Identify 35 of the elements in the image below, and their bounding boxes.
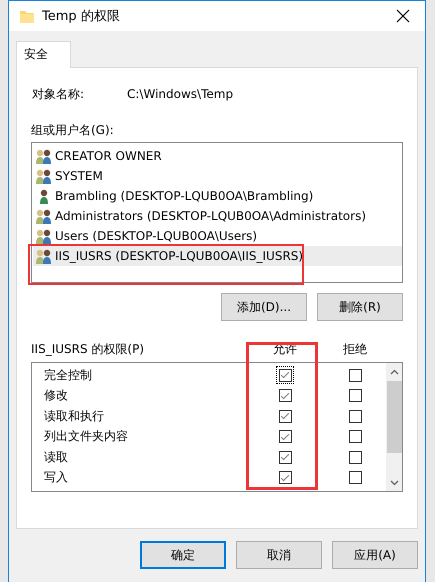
permission-name: 完全控制 bbox=[43, 366, 92, 384]
scrollbar[interactable] bbox=[386, 363, 402, 491]
permission-name: 读取 bbox=[43, 448, 68, 466]
list-label: 组或用户名(G): bbox=[31, 122, 115, 138]
user-list-item[interactable]: Users (DESKTOP-LQUB0OA\Users) bbox=[33, 226, 402, 246]
permission-name: 列出文件夹内容 bbox=[43, 428, 128, 446]
object-path: C:\Windows\Temp bbox=[127, 87, 234, 101]
list-action-button[interactable]: 添加(D)... bbox=[221, 293, 307, 321]
user-group-icon bbox=[36, 148, 52, 164]
allow-checkbox[interactable] bbox=[275, 365, 295, 386]
user-group-icon bbox=[36, 248, 52, 264]
user-list-item[interactable]: Administrators (DESKTOP-LQUB0OA\Administrators) bbox=[33, 206, 402, 226]
user-list-item[interactable]: Brambling (DESKTOP-LQUB0OA\Brambling) bbox=[33, 186, 402, 206]
user-list-item[interactable]: SYSTEM bbox=[33, 166, 402, 186]
folder-icon bbox=[19, 8, 35, 24]
field-label: 对象名称: bbox=[31, 86, 86, 102]
user-group-icon bbox=[36, 208, 52, 224]
user-group-icon bbox=[36, 228, 52, 244]
dialog-button[interactable]: 应用(A) bbox=[332, 541, 418, 569]
close-icon bbox=[396, 9, 410, 23]
list-action-button[interactable]: 删除(R) bbox=[317, 293, 403, 321]
user-group-icon bbox=[36, 168, 52, 184]
dialog-button[interactable]: 确定 bbox=[140, 541, 226, 569]
dialog-button[interactable]: 取消 bbox=[236, 541, 322, 569]
column-header: 拒绝 bbox=[342, 341, 368, 358]
tab[interactable]: 安全 bbox=[16, 41, 71, 68]
user-list-item[interactable]: CREATOR OWNER bbox=[33, 146, 402, 166]
window-title: Temp 的权限 bbox=[42, 8, 120, 25]
scroll-up-icon bbox=[390, 368, 398, 374]
permission-name: 写入 bbox=[43, 469, 68, 486]
permission-name: 读取和执行 bbox=[43, 408, 104, 425]
user-list-item[interactable]: IIS_IUSRS (DESKTOP-LQUB0OA\IIS_IUSRS) bbox=[33, 246, 402, 266]
permissions-label: IIS_IUSRS 的权限(P) bbox=[31, 341, 144, 358]
permission-name: 修改 bbox=[43, 387, 68, 404]
scroll-down-icon bbox=[390, 480, 398, 486]
